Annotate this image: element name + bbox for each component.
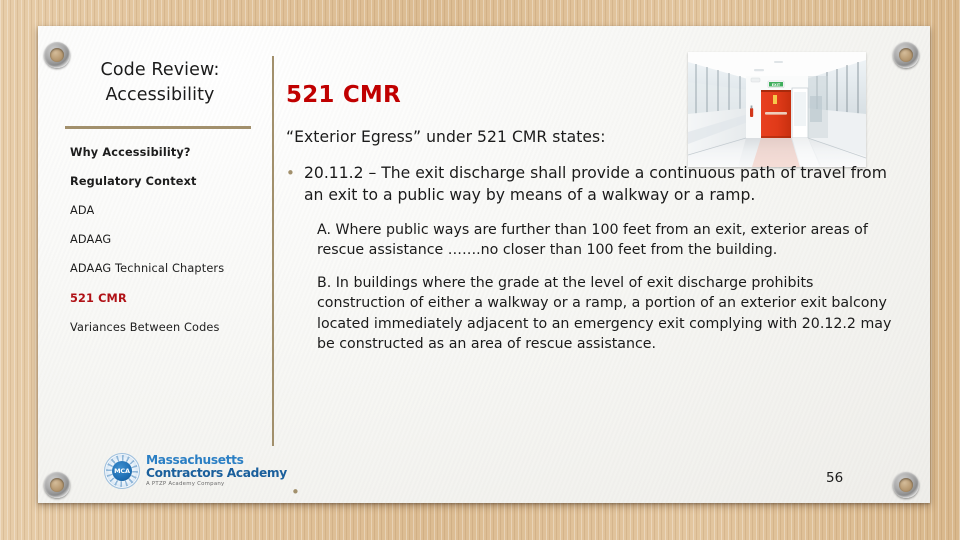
empty-bullet-dot-icon: • [291,483,300,501]
academy-seal-icon: MCA [104,453,140,489]
sidebar-item-adaag-technical-chapters[interactable]: ADAAG Technical Chapters [70,262,250,277]
main-bullet-row: • 20.11.2 – The exit discharge shall pro… [286,162,906,207]
page-number: 56 [826,470,844,486]
vertical-divider [272,56,274,446]
sidebar-item-regulatory-context[interactable]: Regulatory Context [70,175,250,190]
corner-screw-bottom-right [893,472,919,498]
slide-content: 521 CMR “Exterior Egress” under 521 CMR … [286,56,906,354]
sub-paragraph-b: B. In buildings where the grade at the l… [317,275,892,352]
title-divider [65,125,251,129]
organization-logo: MCA Massachusetts Contractors Academy A … [104,450,287,492]
bullet-dot-icon: • [286,164,295,182]
seal-core-label: MCA [112,461,132,481]
sidebar-item-ada[interactable]: ADA [70,204,250,219]
main-bullet-text: 20.11.2 – The exit discharge shall provi… [304,164,887,205]
corner-screw-top-right [893,42,919,68]
sidebar-item-521-cmr[interactable]: 521 CMR [70,292,250,307]
sidebar-item-why-accessibility[interactable]: Why Accessibility? [70,146,250,161]
sidebar-toc-list: Why Accessibility? Regulatory Context AD… [70,146,250,336]
corner-screw-bottom-left [44,472,70,498]
page-title: Code Review: Accessibility [100,60,220,105]
sidebar: Code Review: Accessibility Why Accessibil… [60,58,260,350]
slide-heading: 521 CMR [286,82,401,108]
intro-line: “Exterior Egress” under 521 CMR states: [286,128,606,146]
logo-line-1: Massachusetts [146,452,244,467]
logo-wordmark: Massachusetts Contractors Academy A PTZP… [146,454,287,488]
logo-tagline: A PTZP Academy Company [146,481,225,488]
sidebar-item-adaag[interactable]: ADAAG [70,233,250,248]
corner-screw-top-left [44,42,70,68]
sub-paragraph-a: A. Where public ways are further than 10… [317,221,868,259]
logo-line-2: Contractors Academy [146,465,287,480]
sidebar-item-variances-between-codes[interactable]: Variances Between Codes [70,321,250,336]
slide-stage: Code Review: Accessibility Why Accessibil… [0,0,960,540]
